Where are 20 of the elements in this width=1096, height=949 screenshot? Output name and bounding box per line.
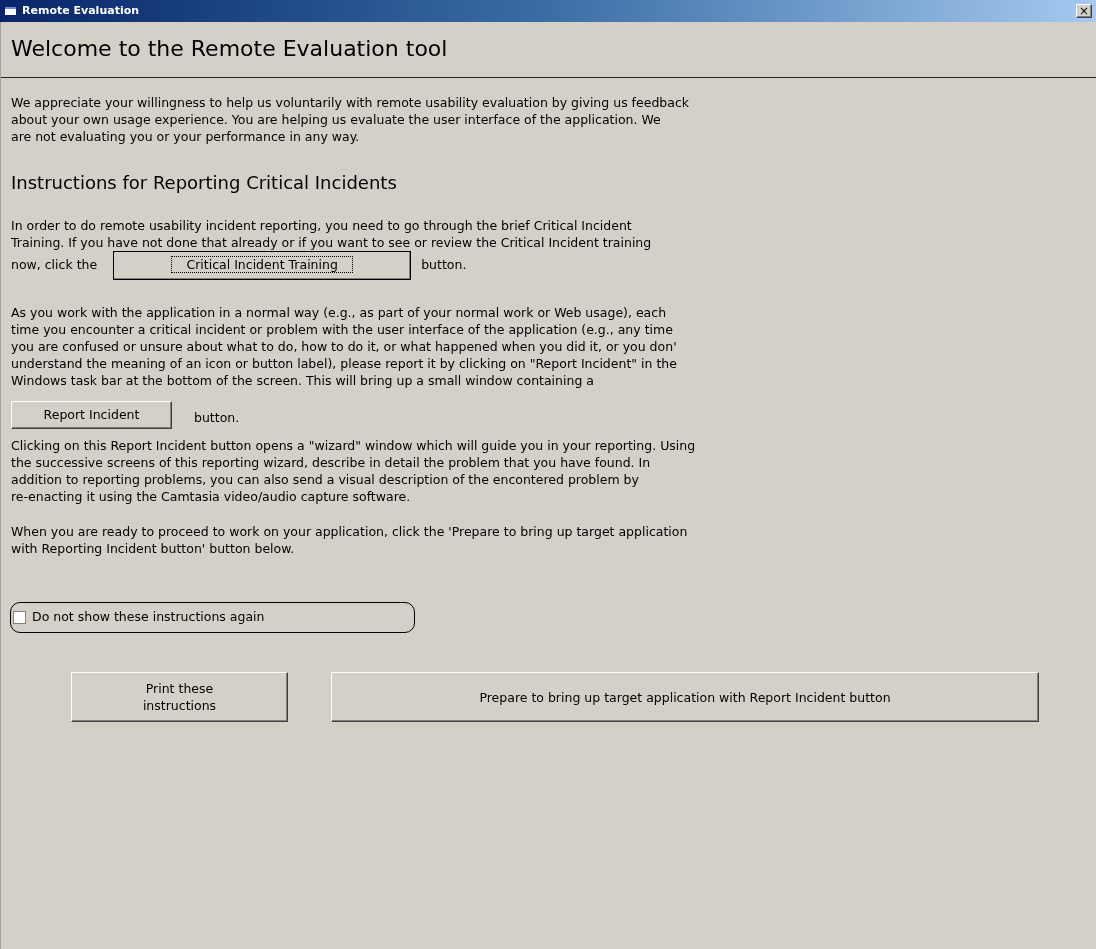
page-heading: Welcome to the Remote Evaluation tool	[11, 35, 449, 63]
checkbox-label: Do not show these instructions again	[32, 608, 265, 627]
usage-paragraph: As you work with the application in a normal way (e.g., as part of your normal work or Web usage), each time you encounter a critical incident or problem with the user interface of the application (e.g., any time you are confused or unsure about what to do, how to do it, or what happened when you did it, or you don' understand the meaning of an icon or button label), please report it by clicking on "Report Incident" in the Windows task bar at the bottom of the screen. This will bring up a small window containing a	[11, 304, 678, 389]
checkbox[interactable]	[13, 611, 26, 624]
close-button[interactable]: ×	[1076, 4, 1092, 18]
print-button[interactable]: Print these instructions	[71, 672, 288, 722]
prepare-button[interactable]: Prepare to bring up target application with Report Incident button	[331, 672, 1039, 722]
window-title: Remote Evaluation	[22, 2, 140, 19]
window-icon	[4, 5, 18, 17]
training-paragraph: In order to do remote usability incident reporting, you need to go through the brief Critical Incident Training. If you have not done that already or if you want to see or review the Critical Incident training	[11, 217, 653, 251]
paragraph-text: button.	[194, 408, 240, 427]
intro-paragraph: We appreciate your willingness to help us voluntarily with remote usability evaluation by giving us feedback about your own usage experience. You are helping us evaluate the user interface of the application. We are not evaluating you or your performance in any way.	[11, 94, 691, 145]
paragraph-text: button.	[421, 256, 467, 275]
training-button[interactable]: Critical Incident Training	[113, 251, 412, 280]
section-heading: Instructions for Reporting Critical Incidents	[11, 171, 398, 195]
checkbox-row[interactable]: Do not show these instructions again	[10, 602, 415, 633]
paragraph-text: now, click the	[11, 256, 98, 275]
ready-paragraph: When you are ready to proceed to work on your application, click the 'Prepare to bring up target application with Reporting Incident button' button below.	[11, 523, 689, 557]
wizard-paragraph: Clicking on this Report Incident button opens a "wizard" window which will guide you in your reporting. Using the successive screens of this reporting wizard, describe in detail the problem that you have found. In addition to reporting problems, you can also send a visual description of the encontered problem by re-enacting it using the Camtasia video/audio capture software.	[11, 437, 697, 505]
report-incident-button[interactable]: Report Incident	[11, 401, 172, 429]
